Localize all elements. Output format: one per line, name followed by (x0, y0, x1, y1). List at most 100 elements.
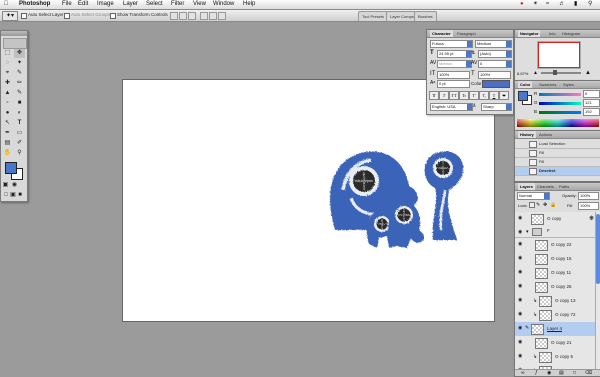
vertical-scale-field[interactable]: 100% (437, 71, 470, 79)
visibility-eye-icon[interactable]: ◉ (518, 354, 524, 359)
leading-field[interactable]: (Auto) (478, 50, 512, 58)
menu-app[interactable]: Photoshop (19, 1, 50, 8)
visibility-eye-icon[interactable]: ◉ (518, 242, 524, 247)
language-select[interactable]: English: USA (430, 103, 473, 111)
history-brush-tool-icon[interactable]: ✎ (14, 89, 25, 98)
link-layers-icon[interactable]: ∞ (521, 370, 525, 376)
visibility-eye-icon[interactable]: ◉ (518, 256, 524, 261)
layer-row[interactable]: ◉ ↳ O copy 72 (515, 308, 600, 323)
layer-row[interactable]: ◉ O copy 22 (515, 238, 600, 253)
history-item[interactable]: Fill (515, 149, 600, 158)
tab-swatches[interactable]: Swatches (537, 81, 558, 88)
tab-tool-presets[interactable]: Tool Presets (358, 11, 389, 21)
gradient-tool-icon[interactable]: ■ (14, 99, 25, 108)
wifi-icon[interactable]: ≈ (546, 1, 549, 8)
layer-row[interactable]: ◉ O copy 11 (515, 266, 600, 281)
tab-history[interactable]: History (518, 131, 536, 138)
align-right-icon[interactable] (218, 12, 226, 20)
text-color-swatch[interactable] (482, 80, 510, 88)
zoom-out-icon[interactable]: ▲ (533, 70, 538, 76)
navigator-view-box[interactable] (538, 42, 580, 68)
auto-select-layer-checkbox[interactable] (21, 13, 27, 19)
screen-mode-menubar-icon[interactable]: ▣ (10, 191, 16, 200)
menu-filter[interactable]: Filter (171, 1, 184, 8)
move-tool-icon[interactable]: ✥ (14, 49, 25, 58)
lock-position-icon[interactable]: ✥ (543, 202, 547, 208)
marquee-tool-icon[interactable]: ⬚ (2, 49, 13, 58)
subscript-button[interactable]: T, (479, 91, 489, 100)
horizontal-scale-field[interactable]: 100% (478, 71, 511, 79)
channel-r-slider[interactable] (539, 93, 581, 96)
volume-icon[interactable]: ♬ (559, 1, 565, 8)
auto-select-groups-checkbox[interactable] (64, 13, 70, 19)
disclosure-triangle-icon[interactable]: ▾ (526, 229, 529, 235)
layers-scrollbar[interactable] (595, 212, 600, 376)
menu-window[interactable]: Window (213, 1, 234, 8)
zoom-slider[interactable] (541, 72, 581, 74)
tab-color[interactable]: Color (518, 81, 533, 88)
visibility-eye-icon[interactable]: ◉ (518, 298, 524, 303)
status-icon[interactable]: ● (520, 1, 524, 8)
type-tool-icon[interactable]: T (14, 119, 25, 128)
layer-row-selected[interactable]: ◉ ✎ Layer 4 (515, 322, 600, 337)
faux-italic-button[interactable]: T (439, 91, 449, 100)
superscript-button[interactable]: T' (469, 91, 479, 100)
kerning-field[interactable]: Metrics (437, 60, 472, 68)
history-item-current[interactable]: Deselect (515, 167, 600, 176)
history-item[interactable]: Load Selection (515, 140, 600, 149)
layer-row[interactable]: ◉ ↳ O copy 13 (515, 294, 600, 309)
visibility-eye-icon[interactable]: ◉ (518, 216, 524, 221)
clone-stamp-tool-icon[interactable]: ▲ (2, 89, 13, 98)
layer-group-row[interactable]: ◉ ▾ F (515, 226, 600, 238)
layer-row[interactable]: ◉ O copy 15 (515, 252, 600, 267)
align-center-icon[interactable] (209, 12, 217, 20)
layer-row[interactable]: ◉ O copy 21 (515, 336, 600, 351)
align-top-icon[interactable] (170, 12, 178, 20)
adobe-online-button[interactable] (3, 38, 27, 49)
visibility-eye-icon[interactable]: ◉ (518, 230, 524, 235)
screen-mode-full-icon[interactable]: ■ (17, 191, 23, 200)
fill-field[interactable]: 100% (578, 202, 599, 210)
tab-channels[interactable]: Channels (535, 183, 556, 190)
spotlight-icon[interactable]: ⚲ (588, 1, 592, 8)
visibility-eye-icon[interactable]: ◉ (518, 340, 524, 345)
slice-tool-icon[interactable]: ✎ (14, 69, 25, 78)
apple-menu-icon[interactable]:  (3, 1, 9, 8)
layer-row[interactable]: ◉ O copy 26 (515, 280, 600, 295)
layer-row[interactable]: ◉ O copy ❋ (515, 212, 600, 227)
all-caps-button[interactable]: TT (449, 91, 459, 100)
tab-info[interactable]: Info (547, 30, 558, 37)
tab-character[interactable]: Character (430, 30, 453, 37)
align-middle-icon[interactable] (179, 12, 187, 20)
tab-paragraph[interactable]: Paragraph (455, 30, 478, 37)
align-bottom-icon[interactable] (188, 12, 196, 20)
history-item[interactable]: Fill (515, 158, 600, 167)
lock-transparency-icon[interactable] (529, 202, 535, 208)
visibility-eye-icon[interactable]: ◉ (518, 270, 524, 275)
hand-tool-icon[interactable]: ✋ (2, 149, 13, 158)
add-style-icon[interactable]: ƒ (535, 370, 538, 376)
lock-all-icon[interactable]: 🔒 (550, 202, 556, 208)
opacity-field[interactable]: 100% (578, 192, 599, 200)
lock-image-icon[interactable]: ✎ (536, 202, 540, 208)
visibility-eye-icon[interactable]: ◉ (518, 312, 524, 317)
dodge-tool-icon[interactable]: ◐ (14, 109, 25, 118)
strikethrough-button[interactable]: T (499, 91, 509, 100)
font-style-select[interactable]: Medium (475, 40, 512, 48)
blend-mode-select[interactable]: Normal (517, 192, 550, 200)
new-group-icon[interactable]: ▤ (559, 370, 564, 376)
zoom-in-icon[interactable]: ▲ (585, 70, 591, 76)
document-canvas[interactable] (122, 79, 495, 322)
eraser-tool-icon[interactable]: ▫ (2, 99, 13, 108)
channel-r-field[interactable]: 0 (583, 90, 600, 98)
menu-edit[interactable]: Edit (78, 1, 88, 8)
new-layer-icon[interactable]: □ (573, 370, 576, 376)
font-size-field[interactable]: 24.95 pt (437, 50, 472, 58)
show-transform-checkbox[interactable] (110, 13, 116, 19)
move-tool-preset-icon[interactable]: ✦▾ (2, 11, 18, 21)
eyedropper-tool-icon[interactable]: ✐ (14, 139, 25, 148)
lasso-tool-icon[interactable]: ◌ (2, 59, 13, 68)
menu-file[interactable]: File (62, 1, 72, 8)
color-ramp[interactable] (517, 119, 599, 127)
underline-button[interactable]: T (489, 91, 499, 100)
